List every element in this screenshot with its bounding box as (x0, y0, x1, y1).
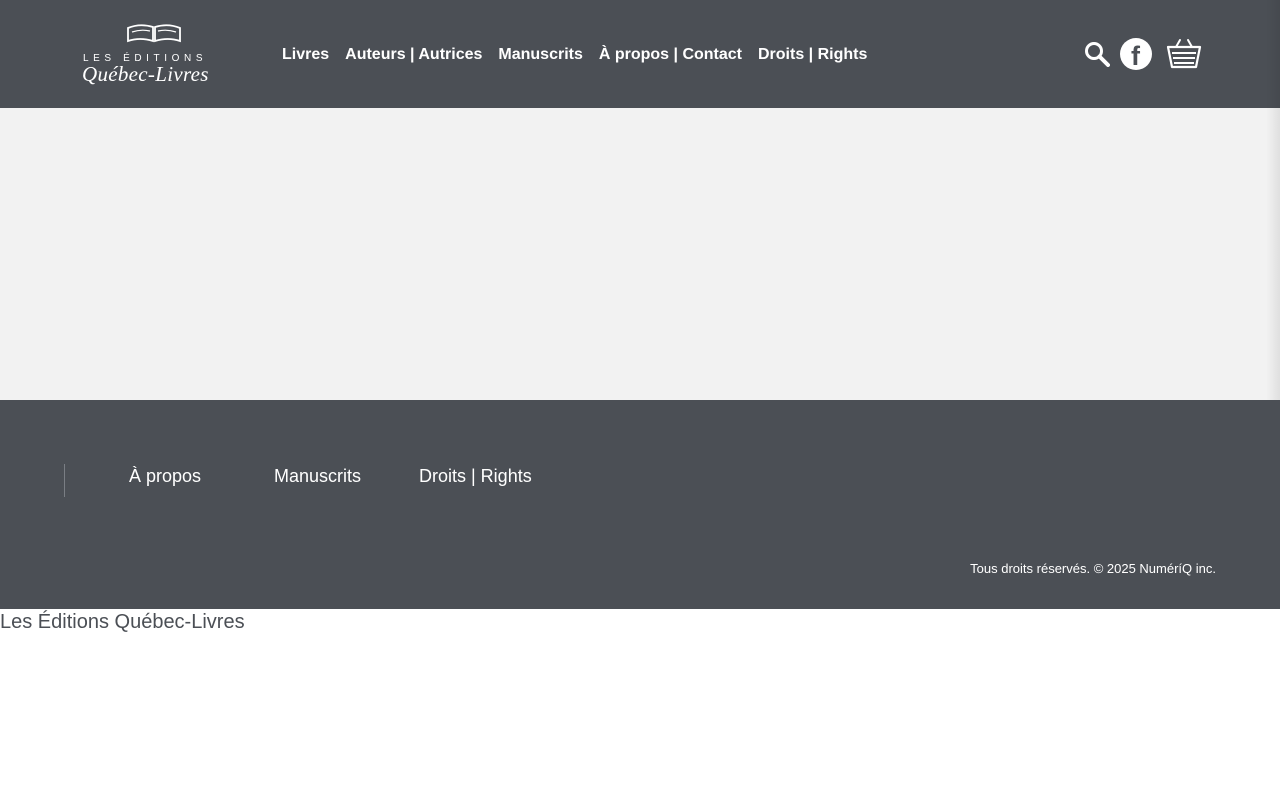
footer-divider (64, 464, 65, 497)
cart-icon[interactable] (1166, 38, 1202, 70)
edge-shadow (1266, 0, 1280, 400)
hero-banner (0, 108, 1280, 400)
logo-text-bottom: Québec-Livres (82, 62, 209, 86)
nav-item-manuscrits[interactable]: Manuscrits (498, 45, 582, 64)
site-footer: À propos Manuscrits Droits | Rights Tous… (0, 400, 1280, 609)
site-logo[interactable]: LES ÉDITIONS Québec-Livres (82, 20, 232, 88)
main-nav: Livres Auteurs | Autrices Manuscrits À p… (282, 45, 867, 64)
search-icon[interactable] (1084, 41, 1110, 67)
nav-item-auteurs[interactable]: Auteurs | Autrices (345, 45, 482, 64)
copyright-text: Tous droits réservés. © 2025 NuméríQ inc… (970, 561, 1216, 576)
open-book-icon (127, 24, 181, 43)
facebook-icon[interactable]: f (1120, 38, 1152, 71)
site-name-text: Les Éditions Québec-Livres (0, 611, 245, 633)
nav-item-livres[interactable]: Livres (282, 45, 329, 64)
nav-item-a-propos-contact[interactable]: À propos | Contact (599, 45, 742, 64)
footer-link-a-propos[interactable]: À propos (129, 466, 201, 487)
site-header: LES ÉDITIONS Québec-Livres Livres Auteur… (0, 0, 1280, 108)
footer-link-droits-rights[interactable]: Droits | Rights (419, 466, 532, 487)
footer-link-manuscrits[interactable]: Manuscrits (274, 466, 361, 487)
nav-item-droits-rights[interactable]: Droits | Rights (758, 45, 867, 64)
